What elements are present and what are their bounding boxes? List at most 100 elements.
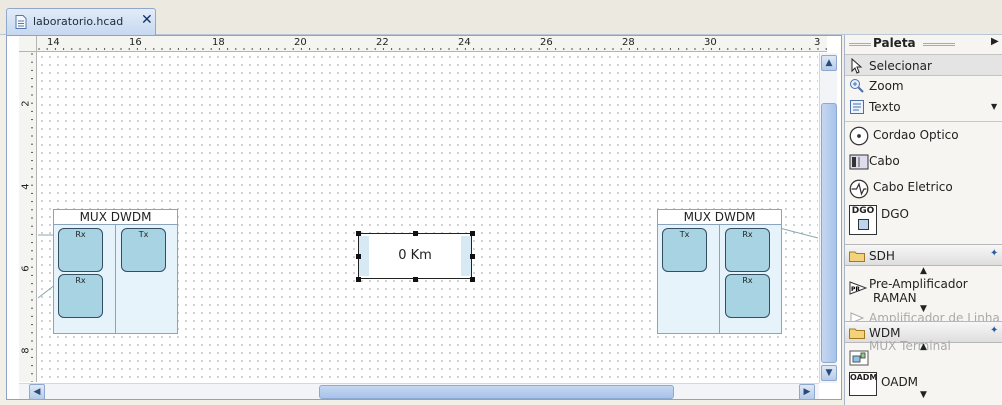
port-tx[interactable]: Tx: [121, 228, 166, 272]
mux-dwdm-left[interactable]: MUX DWDM Rx Tx Rx: [53, 209, 178, 334]
palette-item-label: RAMAN: [873, 291, 917, 305]
ruler-label: 20: [294, 37, 307, 48]
file-icon: [15, 15, 27, 29]
mux-dwdm-right[interactable]: MUX DWDM Tx Rx Rx: [657, 209, 782, 334]
scroll-left-button[interactable]: ◀: [29, 384, 45, 400]
tab-title: laboratorio.hcad: [33, 15, 124, 28]
port-label: Rx: [742, 276, 753, 285]
ruler-label: 6: [20, 265, 32, 272]
scroll-down-button[interactable]: ▼: [821, 365, 837, 381]
ruler-label: 26: [540, 37, 553, 48]
palette-header: Paleta ▶: [845, 35, 1002, 53]
palette-item-cabo-eletrico[interactable]: Cabo Eletrico: [845, 175, 1002, 201]
diagram-canvas[interactable]: MUX DWDM Rx Tx Rx 0 Km MUX DWDM Tx Rx Rx: [38, 53, 818, 383]
resize-handle[interactable]: [470, 277, 475, 282]
port-label: Rx: [75, 230, 86, 239]
ruler-label: 16: [129, 37, 142, 48]
resize-handle[interactable]: [356, 254, 361, 259]
palette-item-label: MUX Terminal: [869, 339, 951, 353]
port-rx[interactable]: Rx: [58, 274, 103, 318]
port-tx[interactable]: Tx: [662, 228, 707, 272]
vertical-scroll-thumb[interactable]: [821, 103, 837, 363]
pin-icon[interactable]: ✦: [990, 248, 998, 259]
zoom-icon: [850, 79, 864, 93]
port-rx[interactable]: Rx: [725, 228, 770, 272]
palette-item-texto[interactable]: Texto ▼: [845, 96, 1002, 118]
mux-divider: [719, 224, 720, 334]
palette-item-label: Texto: [869, 100, 901, 114]
oadm-icon-text: OADM: [850, 373, 878, 382]
ruler-label: 14: [47, 37, 60, 48]
pre-amplifier-icon-shape: PR: [849, 281, 868, 295]
cable-icon: [849, 154, 869, 170]
palette-item-label: Cabo: [869, 154, 900, 168]
mux-terminal-icon: [849, 350, 869, 366]
ruler-corner: [19, 36, 37, 52]
tab-laboratorio[interactable]: laboratorio.hcad ✕: [6, 8, 156, 35]
palette-item-label: DGO: [881, 207, 909, 221]
folder-icon: [849, 251, 865, 262]
ruler-label: 24: [458, 37, 471, 48]
dgo-icon-text: DGO: [851, 206, 875, 216]
pin-icon[interactable]: ✦: [990, 325, 998, 336]
svg-text:PR: PR: [851, 286, 860, 293]
title-rule: [923, 43, 955, 46]
pre-amplifier-icon: PR: [849, 281, 868, 295]
vertical-scrollbar[interactable]: ▲ ▼: [819, 53, 837, 383]
dgo-icon: DGO: [849, 205, 877, 235]
palette-item-cabo[interactable]: Cabo: [845, 149, 1002, 175]
palette-item-zoom[interactable]: Zoom: [845, 75, 1002, 97]
port-rx[interactable]: Rx: [725, 274, 770, 318]
resize-handle[interactable]: [356, 231, 361, 236]
fiber-length-label: 0 Km: [398, 248, 432, 263]
resize-handle[interactable]: [470, 254, 475, 259]
drawer-label: WDM: [869, 326, 901, 340]
ruler-label: 18: [212, 37, 225, 48]
palette-item-label: Cabo Eletrico: [873, 180, 953, 194]
port-label: Rx: [75, 276, 86, 285]
chevron-down-icon[interactable]: ▼: [991, 102, 997, 111]
ruler-left: 2 4 6 8: [19, 52, 37, 382]
palette-item-label: Cordao Optico: [873, 128, 959, 142]
resize-handle[interactable]: [356, 277, 361, 282]
folder-icon: [849, 328, 865, 339]
resize-handle[interactable]: [470, 231, 475, 236]
palette-item-label: Selecionar: [869, 59, 932, 73]
mux-title: MUX DWDM: [53, 209, 178, 225]
palette-item-label: Zoom: [869, 79, 904, 93]
chevron-up-icon[interactable]: ▲: [920, 342, 927, 352]
title-rule: [849, 43, 871, 46]
palette-panel: Paleta ▶ Selecionar Zoom Texto ▼ Cordao …: [844, 35, 1002, 405]
editor-tab-bar: laboratorio.hcad ✕: [0, 0, 1002, 35]
horizontal-scroll-thumb[interactable]: [319, 385, 674, 399]
resize-handle[interactable]: [413, 231, 418, 236]
palette-title: Paleta: [873, 36, 916, 50]
ruler-label: 30: [704, 37, 717, 48]
fiber-span[interactable]: 0 Km: [356, 231, 475, 282]
dgo-icon-square: [858, 219, 869, 230]
resize-handle[interactable]: [413, 277, 418, 282]
ruler-label: 22: [376, 37, 389, 48]
port-label: Tx: [679, 230, 690, 239]
diagram-editor: 14 16 18 20 22 24 26 28 30 3 2 4 6 8 MUX…: [6, 35, 842, 400]
drawer-label: SDH: [869, 249, 895, 263]
palette-item-selecionar[interactable]: Selecionar: [845, 54, 1002, 76]
ruler-label: 3: [814, 37, 821, 48]
scroll-right-button[interactable]: ▶: [799, 384, 815, 400]
palette-menu-arrow-icon[interactable]: ▶: [991, 36, 999, 47]
mux-title: MUX DWDM: [657, 209, 782, 225]
palette-separator: [845, 121, 1002, 122]
palette-item-dgo[interactable]: DGO DGO: [845, 203, 1002, 239]
ruler-label: 4: [20, 183, 32, 190]
palette-item-cordao-optico[interactable]: Cordao Optico: [845, 123, 1002, 149]
scroll-up-button[interactable]: ▲: [821, 55, 837, 71]
horizontal-scrollbar[interactable]: ◀ ▶: [19, 383, 819, 400]
port-rx[interactable]: Rx: [58, 228, 103, 272]
palette-item-label: Pre-Amplificador: [869, 277, 968, 291]
drawer-sdh[interactable]: SDH ✦: [845, 244, 1002, 266]
port-label: Rx: [742, 230, 753, 239]
ruler-label: 2: [20, 100, 32, 107]
ruler-label: 8: [20, 347, 32, 354]
chevron-down-icon[interactable]: ▼: [920, 390, 927, 400]
close-icon[interactable]: ✕: [141, 12, 153, 28]
